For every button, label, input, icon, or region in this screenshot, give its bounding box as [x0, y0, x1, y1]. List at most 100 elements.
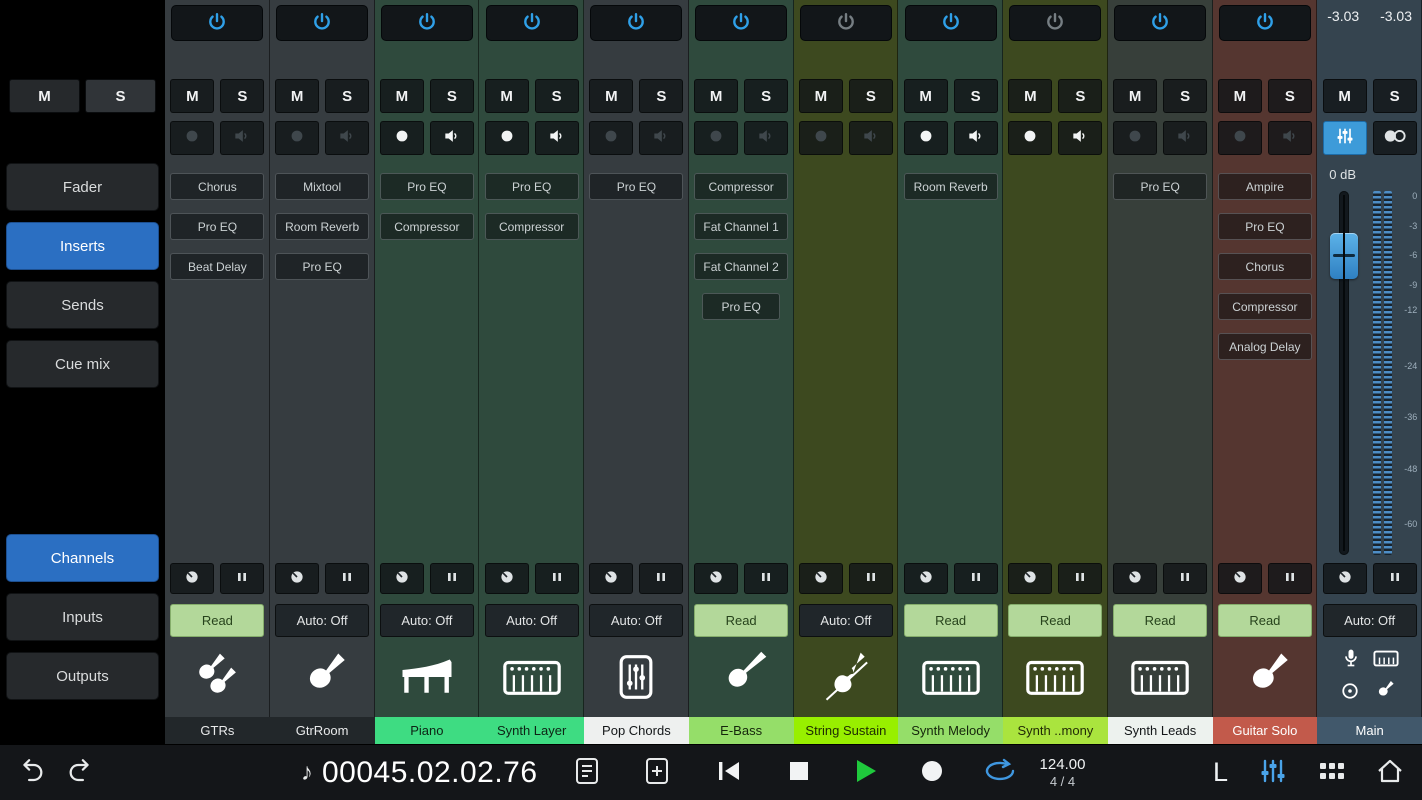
power-button[interactable] [1009, 5, 1102, 41]
solo-button[interactable]: S [1267, 79, 1312, 113]
time-display[interactable]: ♪ 00045.02.02.76 [301, 756, 538, 790]
insert-slot[interactable]: Pro EQ [1113, 173, 1208, 200]
monitor-button[interactable] [848, 121, 893, 155]
meter-mode-button[interactable] [1372, 563, 1417, 594]
monitor-button[interactable] [1267, 121, 1312, 155]
solo-button[interactable]: S [1058, 79, 1103, 113]
insert-slot[interactable]: Analog Delay [1217, 333, 1312, 360]
automation-mode-button[interactable]: Read [170, 604, 265, 637]
pan-display-button[interactable] [379, 563, 424, 594]
solo-button[interactable]: S [848, 79, 893, 113]
pan-link-button[interactable] [1372, 121, 1417, 155]
automation-mode-button[interactable]: Auto: Off [798, 604, 893, 637]
grid-view-button[interactable] [1318, 760, 1346, 785]
channel-name-label[interactable]: Synth Layer [479, 717, 584, 744]
power-button[interactable] [904, 5, 997, 41]
power-button[interactable] [799, 5, 892, 41]
pan-display-button[interactable] [903, 563, 948, 594]
solo-button[interactable]: S [953, 79, 998, 113]
meter-mode-button[interactable] [639, 563, 684, 594]
solo-button[interactable]: S [429, 79, 474, 113]
pan-display-button[interactable] [589, 563, 634, 594]
list-tab-channels[interactable]: Channels [6, 534, 159, 582]
insert-slot[interactable]: Compressor [379, 213, 474, 240]
insert-slot[interactable]: Pro EQ [170, 213, 265, 240]
solo-button[interactable]: S [1163, 79, 1208, 113]
meter-mode-button[interactable] [1163, 563, 1208, 594]
power-button[interactable] [485, 5, 578, 41]
insert-slot[interactable]: Room Reverb [903, 173, 998, 200]
record-arm-button[interactable] [589, 121, 634, 155]
power-button[interactable] [1218, 5, 1311, 41]
insert-slot[interactable]: Room Reverb [275, 213, 370, 240]
solo-button[interactable]: S [325, 79, 370, 113]
view-tab-cue-mix[interactable]: Cue mix [6, 340, 159, 388]
global-solo-button[interactable]: S [85, 79, 156, 113]
channel-name-label[interactable]: Guitar Solo [1212, 717, 1318, 744]
undo-button[interactable] [16, 758, 46, 788]
song-pages-button[interactable] [574, 757, 600, 788]
fader-track[interactable] [1330, 191, 1359, 555]
solo-button[interactable]: S [220, 79, 265, 113]
automation-mode-button[interactable]: Read [903, 604, 998, 637]
record-arm-button[interactable] [903, 121, 948, 155]
pan-display-button[interactable] [1008, 563, 1053, 594]
power-button[interactable] [276, 5, 369, 41]
mute-button[interactable]: M [589, 79, 634, 113]
insert-slot[interactable]: Compressor [484, 213, 579, 240]
mute-button[interactable]: M [694, 79, 739, 113]
channel-name-label[interactable]: GTRs [165, 717, 270, 744]
monitor-button[interactable] [1058, 121, 1103, 155]
global-mute-button[interactable]: M [9, 79, 80, 113]
mute-button[interactable]: M [903, 79, 948, 113]
mute-button[interactable]: M [798, 79, 843, 113]
solo-button[interactable]: S [639, 79, 684, 113]
pan-display-button[interactable] [694, 563, 739, 594]
mixer-view-button[interactable] [1258, 758, 1288, 787]
automation-mode-button[interactable]: Auto: Off [484, 604, 579, 637]
monitor-button[interactable] [220, 121, 265, 155]
channel-name-label[interactable]: E-Bass [688, 717, 794, 744]
pan-display-button[interactable] [275, 563, 320, 594]
channel-name-label[interactable]: Pop Chords [584, 717, 689, 744]
channel-name-label[interactable]: Synth ..mony [1003, 717, 1108, 744]
home-button[interactable] [1376, 758, 1404, 787]
meter-mode-button[interactable] [1267, 563, 1312, 594]
power-button[interactable] [171, 5, 264, 41]
automation-mode-button[interactable]: Auto: Off [1322, 604, 1417, 637]
pan-display-button[interactable] [1217, 563, 1262, 594]
view-tab-inserts[interactable]: Inserts [6, 222, 159, 270]
mute-button[interactable]: M [1113, 79, 1158, 113]
monitor-button[interactable] [534, 121, 579, 155]
record-arm-button[interactable] [484, 121, 529, 155]
meter-mode-button[interactable] [429, 563, 474, 594]
channel-name-label[interactable]: GtrRoom [269, 717, 375, 744]
insert-slot[interactable]: Compressor [694, 173, 789, 200]
monitor-button[interactable] [639, 121, 684, 155]
automation-mode-button[interactable]: Auto: Off [379, 604, 474, 637]
automation-mode-button[interactable]: Auto: Off [275, 604, 370, 637]
channel-name-label[interactable]: Main [1317, 717, 1422, 744]
fader-handle[interactable] [1330, 233, 1359, 279]
insert-slot[interactable]: Beat Delay [170, 253, 265, 280]
insert-slot[interactable]: Mixtool [275, 173, 370, 200]
automation-mode-button[interactable]: Auto: Off [589, 604, 684, 637]
insert-slot[interactable]: Fat Channel 2 [694, 253, 789, 280]
solo-button[interactable]: S [1372, 79, 1417, 113]
record-arm-button[interactable] [1217, 121, 1262, 155]
meter-mode-button[interactable] [220, 563, 265, 594]
mute-button[interactable]: M [1217, 79, 1262, 113]
monitor-button[interactable] [429, 121, 474, 155]
channel-name-label[interactable]: Piano [374, 717, 480, 744]
insert-slot[interactable]: Chorus [170, 173, 265, 200]
insert-slot[interactable]: Pro EQ [379, 173, 474, 200]
record-arm-button[interactable] [694, 121, 739, 155]
mute-button[interactable]: M [1008, 79, 1053, 113]
layout-toggle-button[interactable]: L [1213, 757, 1228, 788]
insert-slot[interactable]: Pro EQ [702, 293, 781, 320]
automation-mode-button[interactable]: Read [1217, 604, 1312, 637]
meter-mode-button[interactable] [953, 563, 998, 594]
insert-slot[interactable]: Compressor [1217, 293, 1312, 320]
record-arm-button[interactable] [1113, 121, 1158, 155]
record-arm-button[interactable] [1008, 121, 1053, 155]
